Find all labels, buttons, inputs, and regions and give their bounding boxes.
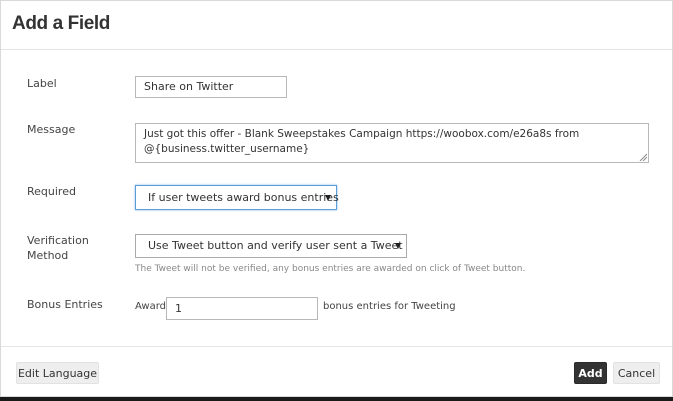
footer-divider [1,346,672,347]
required-field-label: Required [27,185,76,198]
message-text: Just got this offer - Blank Sweepstakes … [144,128,580,155]
label-field-label: Label [27,77,57,90]
cancel-button[interactable]: Cancel [613,362,660,384]
caret-down-icon [325,194,331,201]
verification-hint: The Tweet will not be verified, any bonu… [135,264,526,274]
dialog-title: Add a Field [12,13,110,34]
bonus-entries-input[interactable]: 1 [166,297,318,320]
label-input[interactable]: Share on Twitter [135,76,287,98]
award-prefix: Award [135,301,167,312]
message-textarea[interactable]: Just got this offer - Blank Sweepstakes … [135,123,649,163]
edit-language-button[interactable]: Edit Language [16,362,99,384]
caret-down-icon [395,243,401,249]
message-field-label: Message [27,123,76,136]
dialog-header: Add a Field [1,1,672,50]
add-button[interactable]: Add [574,362,607,384]
verification-label-line2: Method [27,249,69,262]
resize-grip-icon[interactable] [639,153,647,161]
required-select[interactable]: If user tweets award bonus entries [135,185,339,210]
bonus-field-label: Bonus Entries [27,298,103,311]
verification-select[interactable]: Use Tweet button and verify user sent a … [135,234,407,258]
verification-label-line1: Verification [27,234,89,247]
window-bottom-edge [0,397,673,401]
add-field-dialog: Add a Field Label Share on Twitter Messa… [0,0,673,397]
required-select-value: If user tweets award bonus entries [148,191,339,204]
verification-field-label: Verification Method [27,233,122,263]
bonus-suffix: bonus entries for Tweeting [323,301,456,312]
verification-select-value: Use Tweet button and verify user sent a … [148,239,403,252]
